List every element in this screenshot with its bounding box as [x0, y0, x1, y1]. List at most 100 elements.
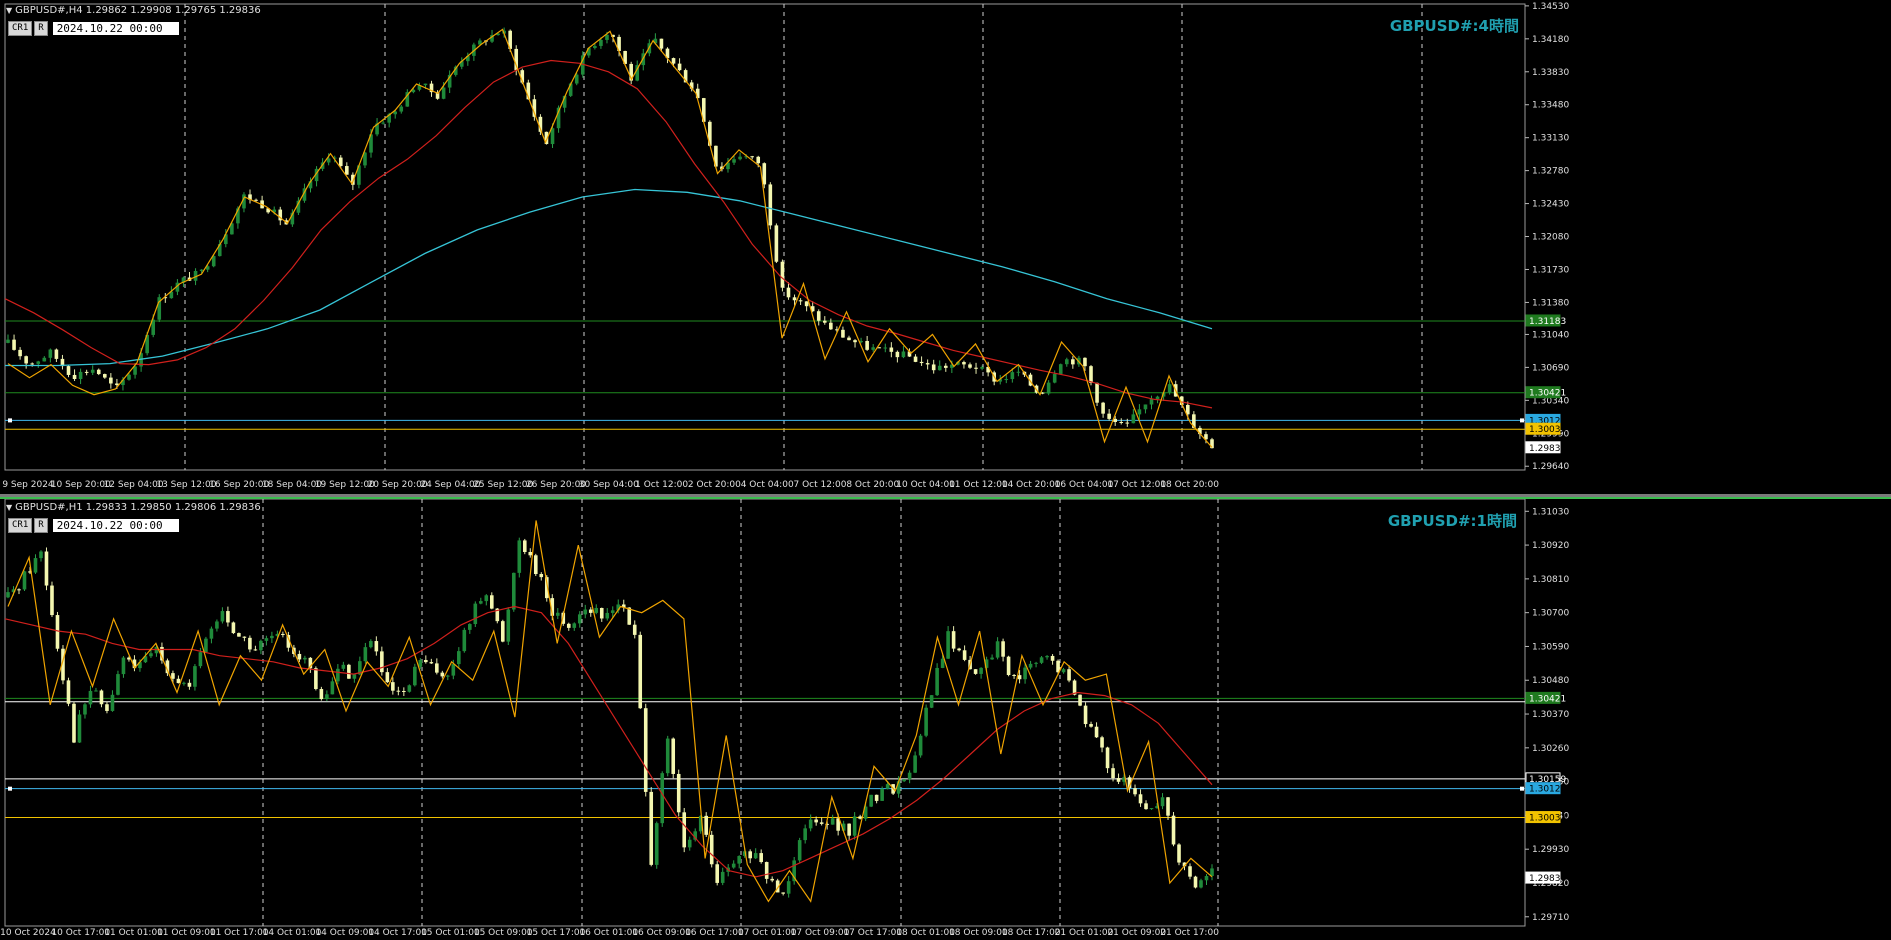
- candle-body: [226, 611, 230, 623]
- chart-pane-h1[interactable]: 1.31030 1.30920 1.30810 1.30700 1.30590 1.304…: [0, 497, 1891, 940]
- y-tick-label: 1.33480: [1532, 101, 1569, 111]
- candle-body: [1144, 803, 1148, 810]
- candle-body: [732, 159, 736, 163]
- date-input[interactable]: 2024.10.22 00:00: [52, 519, 179, 532]
- candle-body: [77, 714, 82, 743]
- r-button[interactable]: R: [34, 518, 48, 533]
- pane-title-h4: GBPUSD#:4時間: [1389, 17, 1519, 35]
- price-label-text: 1.31183: [1529, 317, 1566, 327]
- cr1-button[interactable]: CR1: [8, 518, 33, 533]
- candle-body: [671, 738, 676, 774]
- candle-body: [1095, 382, 1099, 403]
- candle-body: [336, 668, 340, 682]
- candle-body: [39, 551, 43, 559]
- y-tick-label: 1.31040: [1532, 330, 1569, 340]
- candle-body: [830, 818, 835, 825]
- candle-body: [424, 659, 428, 663]
- y-tick-label: 1.32080: [1532, 233, 1569, 243]
- candle-body: [479, 601, 483, 604]
- candle-body: [36, 361, 41, 364]
- candle-body: [374, 641, 379, 652]
- x-tick-label: 18 Sep 04:00: [262, 480, 322, 490]
- x-tick-label: 18 Oct 09:00: [949, 928, 1008, 938]
- candle-body: [187, 682, 192, 687]
- candle-body: [869, 794, 873, 807]
- candle-body: [907, 772, 912, 780]
- price-label-text: 1.29836: [1529, 444, 1566, 454]
- price-label-text: 1.30033: [1529, 425, 1566, 435]
- candle-body: [440, 672, 445, 677]
- candle-body: [413, 666, 417, 686]
- cr1-button[interactable]: CR1: [8, 21, 33, 36]
- collapse-triangle-icon[interactable]: ▼: [6, 503, 12, 512]
- x-tick-label: 14 Oct 01:00: [263, 928, 322, 938]
- candle-body: [6, 339, 10, 343]
- candle-body: [1105, 747, 1110, 769]
- candle-body: [1204, 876, 1209, 881]
- candle-body: [418, 659, 423, 667]
- candle-body: [929, 695, 934, 708]
- candle-body: [1101, 402, 1105, 414]
- candle-body: [682, 812, 687, 848]
- candle-body: [522, 540, 527, 552]
- x-tick-label: 8 Oct 20:00: [846, 480, 899, 490]
- candle-body: [677, 63, 682, 71]
- candle-body: [429, 662, 434, 664]
- x-tick-label: 14 Oct 20:00: [1002, 480, 1061, 490]
- candle-body: [1046, 382, 1051, 394]
- candle-body: [572, 623, 577, 628]
- candle-body: [253, 649, 258, 651]
- candle-body: [610, 610, 615, 613]
- candle-body: [341, 664, 346, 669]
- candle-body: [841, 329, 845, 338]
- r-button[interactable]: R: [34, 21, 48, 36]
- candle-body: [1064, 359, 1069, 365]
- line-handle-icon: [1520, 786, 1524, 791]
- candle-body: [109, 377, 113, 384]
- candle-body: [770, 878, 774, 881]
- candle-body: [665, 738, 670, 774]
- x-tick-label: 24 Sep 04:00: [420, 480, 480, 490]
- candle-body: [583, 609, 588, 615]
- candle-body: [803, 828, 807, 841]
- candle-body: [127, 374, 131, 380]
- candle-body: [774, 225, 779, 262]
- candle-body: [1138, 794, 1143, 804]
- candle-body: [50, 585, 54, 616]
- candle-body: [814, 819, 818, 823]
- x-tick-label: 2 Oct 20:00: [688, 480, 741, 490]
- chart-canvas-h1[interactable]: 1.31030 1.30920 1.30810 1.30700 1.30590 1.304…: [0, 497, 1891, 940]
- candle-body: [1111, 768, 1115, 779]
- candle-body: [423, 83, 428, 86]
- candle-body: [919, 361, 924, 364]
- candle-body: [1083, 357, 1087, 367]
- chart-canvas-h4[interactable]: 1.34530 1.34180 1.33830 1.33480 1.33130 1.327…: [0, 0, 1891, 494]
- ema-red-line: [4, 605, 1213, 878]
- date-input[interactable]: 2024.10.22 00:00: [52, 22, 179, 35]
- candle-body: [1193, 876, 1198, 888]
- candle-body: [1137, 409, 1142, 415]
- candle-body: [84, 371, 89, 373]
- price-label-text: 1.30421: [1529, 389, 1566, 399]
- y-tick-label: 1.31380: [1532, 298, 1569, 308]
- candle-body: [1006, 656, 1011, 676]
- candle-body: [1061, 669, 1066, 673]
- candle-body: [1052, 373, 1057, 383]
- tag-row-h4: CR1 R 2024.10.22 00:00: [8, 21, 179, 36]
- candle-body: [901, 351, 906, 358]
- candle-body: [90, 369, 95, 373]
- candle-body: [72, 374, 77, 379]
- candle-body: [48, 349, 53, 358]
- candle-body: [786, 881, 791, 894]
- plot-frame: [4, 3, 1526, 471]
- candle-body: [738, 156, 742, 160]
- collapse-triangle-icon[interactable]: ▼: [6, 6, 12, 15]
- candle-body: [1016, 371, 1021, 373]
- candle-body: [215, 621, 219, 629]
- candle-body: [858, 816, 862, 819]
- candle-body: [1089, 724, 1093, 727]
- chart-pane-h4[interactable]: 1.34530 1.34180 1.33830 1.33480 1.33130 1.327…: [0, 0, 1891, 494]
- candle-body: [254, 199, 258, 201]
- candle-body: [242, 636, 247, 638]
- y-tick-label: 1.30920: [1532, 541, 1569, 551]
